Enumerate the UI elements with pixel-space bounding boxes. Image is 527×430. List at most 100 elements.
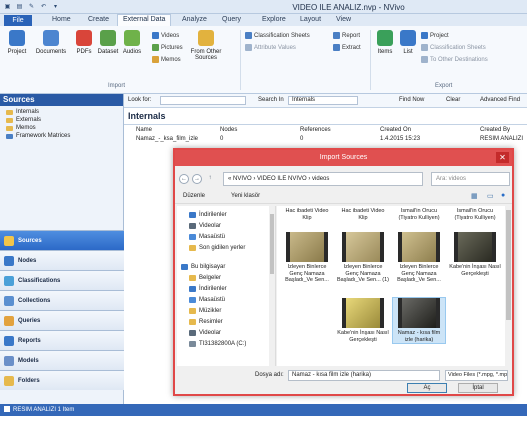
file-tile[interactable]: Kabe'nin İnşası Nasıl Gerçekleşti	[337, 298, 389, 343]
tab-view[interactable]: View	[336, 16, 351, 23]
close-icon[interactable]: ✕	[496, 152, 509, 163]
file-list-scrollbar[interactable]	[505, 206, 512, 366]
tree-item-framework-matrices[interactable]: Framework Matrices	[6, 132, 117, 140]
file-tile[interactable]: Hac ibadeti Video Klip	[281, 208, 333, 221]
file-tile[interactable]: Ismail'in Orucu (Tiyatro Kulliyen)	[449, 208, 501, 221]
nav-item-documents[interactable]: Belgeler	[189, 275, 221, 281]
to-other-destinations-button[interactable]: To Other Destinations	[421, 56, 488, 63]
tab-query[interactable]: Query	[222, 16, 241, 23]
nav-item-videos-pc[interactable]: Videolar	[189, 330, 221, 336]
export-project-button[interactable]: Project	[421, 32, 449, 39]
nav-queries[interactable]: Queries	[0, 310, 124, 330]
nav-classifications[interactable]: Classifications	[0, 270, 124, 290]
look-for-input[interactable]	[160, 96, 246, 105]
forward-icon[interactable]: →	[192, 174, 202, 184]
row-references: 0	[300, 136, 304, 142]
tree-item-memos[interactable]: Memos	[6, 124, 117, 132]
tab-explore[interactable]: Explore	[262, 16, 286, 23]
help-icon[interactable]: ●	[501, 192, 505, 199]
export-classification-sheets-button[interactable]: Classification Sheets	[421, 44, 486, 51]
row-name: Namaz_-_ksa_film_izle	[136, 136, 199, 142]
report-button[interactable]: Report	[333, 32, 360, 39]
nav-pane-scrollbar[interactable]	[269, 206, 275, 366]
tab-analyze[interactable]: Analyze	[182, 16, 207, 23]
attribute-values-button[interactable]: Attribute Values	[245, 44, 296, 51]
file-tile[interactable]: Ismail'in Orucu (Tiyatro Kulliyen)	[393, 208, 445, 221]
import-project-button[interactable]: Project	[2, 30, 32, 55]
nav-sources[interactable]: Sources	[0, 230, 124, 250]
export-items-button[interactable]: Items	[374, 30, 396, 55]
nav-item-music[interactable]: Müzikler	[189, 308, 221, 314]
import-pictures-button[interactable]: Pictures	[152, 44, 183, 51]
nav-item-downloads[interactable]: İndirilenler	[189, 212, 227, 218]
export-list-button[interactable]: List	[398, 30, 418, 55]
project-icon	[421, 32, 428, 39]
tab-file[interactable]: File	[4, 15, 32, 26]
view-options-icon[interactable]: ▦	[471, 192, 478, 200]
video-thumbnail	[286, 232, 328, 262]
classification-sheets-button[interactable]: Classification Sheets	[245, 32, 310, 39]
preview-pane-icon[interactable]: ▭	[487, 192, 494, 200]
column-nodes[interactable]: Nodes	[220, 127, 237, 133]
folder-icon	[6, 109, 13, 115]
nav-models[interactable]: Models	[0, 350, 124, 370]
organize-button[interactable]: Düzenle	[183, 193, 205, 199]
tree-item-internals[interactable]: Internals	[6, 108, 117, 116]
back-icon[interactable]: ←	[179, 174, 189, 184]
nav-nodes[interactable]: Nodes	[0, 250, 124, 270]
file-tile[interactable]: Kabe'nin İnşası Nasıl Gerçekleşti	[449, 232, 501, 277]
nav-reports[interactable]: Reports	[0, 330, 124, 350]
clear-button[interactable]: Clear	[446, 97, 460, 103]
ribbon-tab-row: File Home Create External Data Analyze Q…	[0, 14, 527, 26]
nav-folders[interactable]: Folders	[0, 370, 124, 390]
import-documents-button[interactable]: Documents	[36, 30, 66, 55]
find-now-button[interactable]: Find Now	[399, 97, 424, 103]
from-other-sources-button[interactable]: From Other Sources	[184, 30, 228, 61]
file-tile-selected[interactable]: Namaz - kısa film izle (harika)	[392, 297, 446, 344]
search-input[interactable]: Ara: videos	[431, 172, 510, 186]
up-icon[interactable]: ↑	[205, 174, 215, 184]
tab-external-data[interactable]: External Data	[117, 14, 172, 26]
nav-item-desktop[interactable]: Masaüstü	[189, 234, 225, 240]
nodes-icon	[4, 255, 14, 266]
nav-item-drive-c[interactable]: TI31382800A (C:)	[189, 341, 246, 347]
nav-item-recent-places[interactable]: Son gidilen yerler	[189, 245, 245, 251]
new-folder-button[interactable]: Yeni klasör	[231, 193, 260, 199]
import-audios-button[interactable]: Audios	[117, 30, 147, 55]
tab-create[interactable]: Create	[88, 16, 109, 23]
file-tile[interactable]: Izleyen Binlerce Genç Namaza Başladı_Ve …	[337, 232, 389, 284]
scrollbar-thumb[interactable]	[506, 210, 511, 320]
file-tile[interactable]: Hac ibadeti Video Klip	[337, 208, 389, 221]
address-row: ← → ↑ « NVIVO › VIDEO ILE NVIVO › videos…	[179, 172, 510, 186]
column-created-by[interactable]: Created By	[480, 127, 510, 133]
search-in-select[interactable]: Internals	[288, 96, 358, 105]
desktop-icon	[189, 297, 196, 303]
import-memos-button[interactable]: Memos	[152, 56, 181, 63]
scrollbar-thumb[interactable]	[270, 214, 274, 274]
nav-item-videos[interactable]: Videolar	[189, 223, 221, 229]
filetype-select[interactable]: Video Files (*.mpg, *.mpeg, *.m	[445, 370, 508, 381]
address-bar[interactable]: « NVIVO › VIDEO ILE NVIVO › videos	[223, 172, 423, 186]
column-name[interactable]: Name	[136, 127, 152, 133]
advanced-find-button[interactable]: Advanced Find	[480, 97, 520, 103]
tab-home[interactable]: Home	[52, 16, 71, 23]
cancel-button[interactable]: İptal	[458, 383, 498, 393]
sources-tree: Internals Externals Memos Framework Matr…	[0, 106, 123, 142]
nav-item-pictures[interactable]: Resimler	[189, 319, 223, 325]
tree-item-externals[interactable]: Externals	[6, 116, 117, 124]
nav-item-desktop-pc[interactable]: Masaüstü	[189, 297, 225, 303]
tab-layout[interactable]: Layout	[300, 16, 321, 23]
column-created-on[interactable]: Created On	[380, 127, 411, 133]
open-button[interactable]: Aç	[407, 383, 447, 393]
extract-button[interactable]: Extract	[333, 44, 361, 51]
memo-icon	[152, 56, 159, 63]
nav-item-downloads-pc[interactable]: İndirilenler	[189, 286, 227, 292]
nav-item-this-pc[interactable]: Bu bilgisayar	[181, 264, 225, 270]
filename-input[interactable]: Namaz - kısa film izle (harika)	[288, 370, 440, 381]
file-tile[interactable]: Izleyen Binlerce Genç Namaza Başladı_Ve …	[281, 232, 333, 284]
nav-collections[interactable]: Collections	[0, 290, 124, 310]
group-export-label: Export	[435, 83, 453, 89]
import-videos-button[interactable]: Videos	[152, 32, 179, 39]
column-references[interactable]: References	[300, 127, 331, 133]
file-tile[interactable]: Izleyen Binlerce Genç Namaza Başladı_Ve …	[393, 232, 445, 284]
